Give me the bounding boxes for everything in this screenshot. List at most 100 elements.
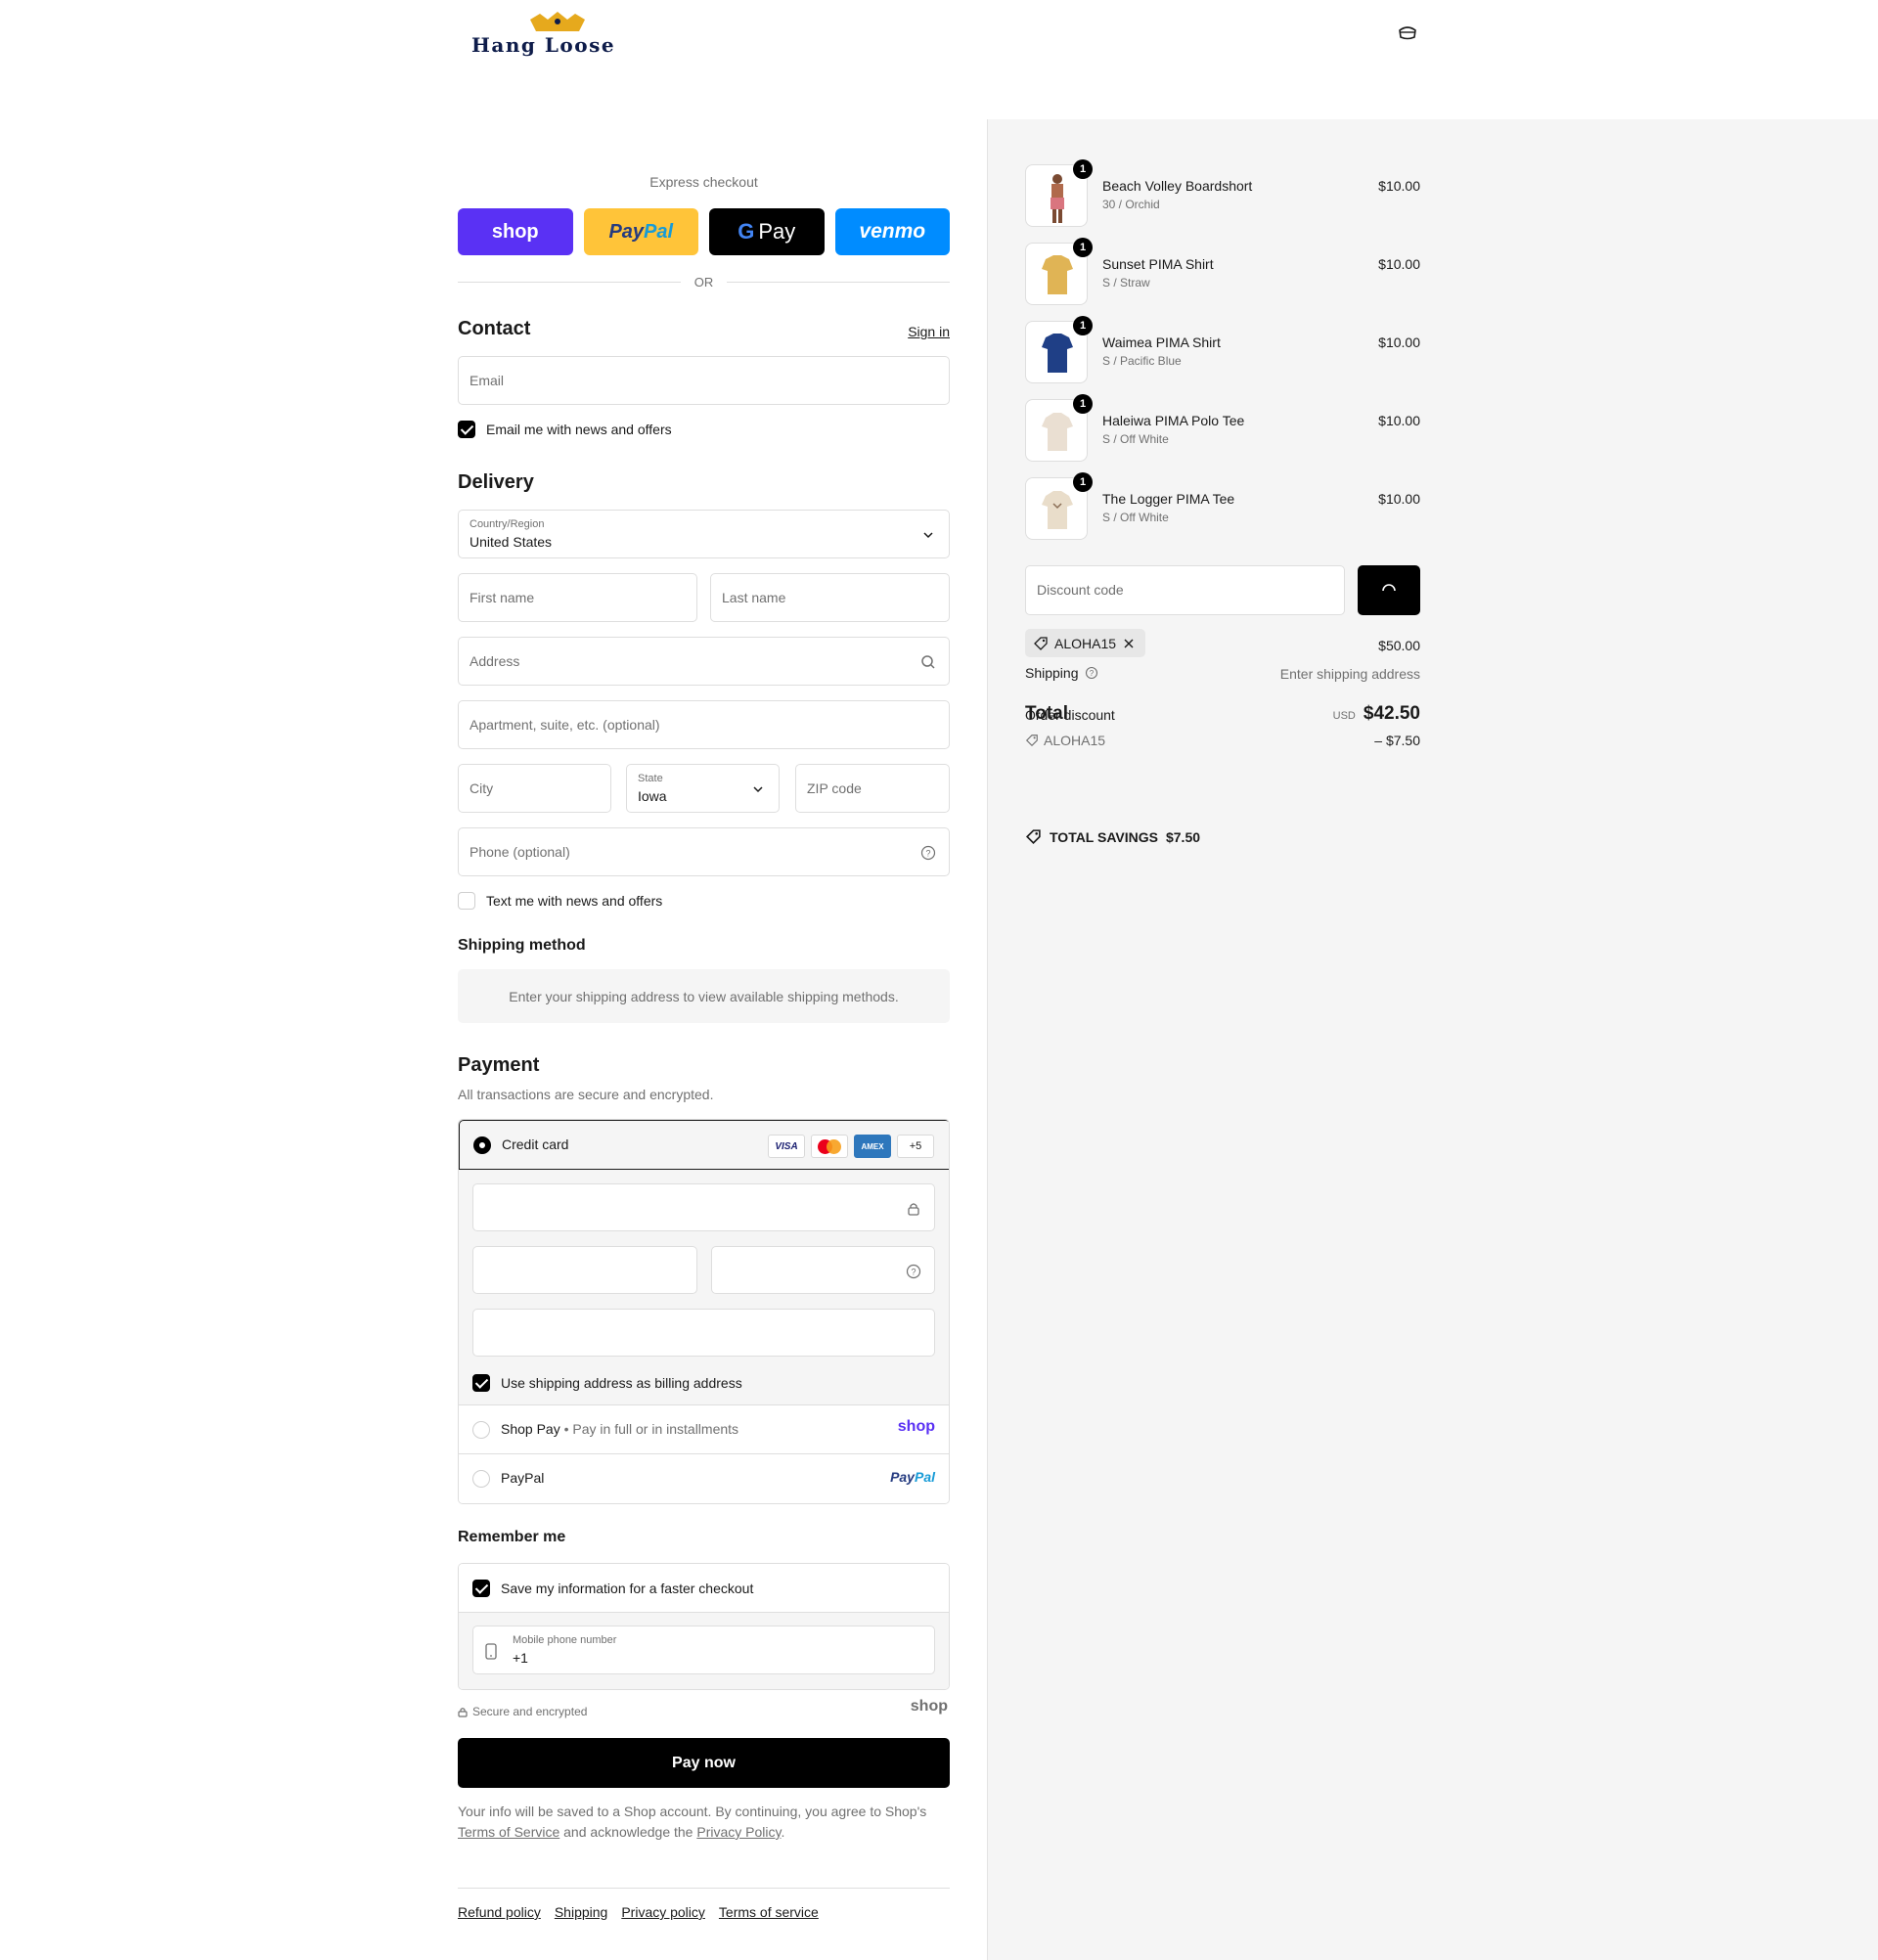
shipping-method-title: Shipping method bbox=[458, 937, 586, 954]
tag-icon bbox=[1034, 636, 1048, 650]
remember-me-box: Save my information for a faster checkou… bbox=[458, 1563, 950, 1690]
last-name-field[interactable]: Last name bbox=[710, 573, 950, 622]
payment-methods: Credit card VISA AMEX +5 ? Use shipping … bbox=[458, 1119, 950, 1504]
paypal-logo: PayPal bbox=[890, 1469, 935, 1485]
first-name-field[interactable]: First name bbox=[458, 573, 697, 622]
country-select[interactable]: Country/Region United States bbox=[458, 510, 950, 558]
help-icon[interactable]: ? bbox=[906, 1264, 921, 1279]
item-variant: S / Off White bbox=[1102, 432, 1169, 446]
or-divider: OR bbox=[458, 273, 950, 290]
zip-field[interactable]: ZIP code bbox=[795, 764, 950, 813]
brand-logo[interactable]: Hang Loose bbox=[468, 10, 649, 57]
security-code-field[interactable]: ? bbox=[711, 1246, 935, 1294]
credit-card-option[interactable]: Credit card VISA AMEX +5 bbox=[459, 1120, 949, 1170]
venmo-button[interactable]: venmo bbox=[834, 208, 950, 255]
state-select[interactable]: State Iowa bbox=[626, 764, 780, 813]
cart-item: 1 Beach Volley Boardshort 30 / Orchid $1… bbox=[1025, 159, 1420, 227]
city-field[interactable]: City bbox=[458, 764, 611, 813]
shop-pay-button[interactable]: shop bbox=[458, 208, 573, 255]
footer-divider bbox=[458, 1888, 950, 1889]
item-name: Beach Volley Boardshort bbox=[1102, 178, 1253, 194]
remember-phone-section: Mobile phone number +1 bbox=[459, 1613, 949, 1689]
apply-discount-button[interactable] bbox=[1358, 565, 1420, 615]
tag-icon bbox=[1025, 735, 1038, 747]
credit-card-form: ? Use shipping address as billing addres… bbox=[459, 1170, 949, 1405]
email-news-label: Email me with news and offers bbox=[486, 422, 672, 437]
footer-link-refund-policy[interactable]: Refund policy bbox=[458, 1904, 541, 1920]
help-icon[interactable]: ? bbox=[920, 845, 936, 861]
item-price: $10.00 bbox=[1378, 413, 1420, 428]
svg-text:?: ? bbox=[1089, 669, 1094, 678]
total-savings-label: TOTAL SAVINGS bbox=[1050, 828, 1158, 845]
paypal-button[interactable]: Pay Pal bbox=[583, 208, 698, 255]
paypal-logo-pal: Pal bbox=[914, 1469, 935, 1485]
credit-card-label: Credit card bbox=[502, 1136, 569, 1152]
footer-link-privacy-policy[interactable]: Privacy policy bbox=[621, 1904, 705, 1920]
mobile-phone-field[interactable]: Mobile phone number +1 bbox=[472, 1626, 935, 1674]
sign-in-link[interactable]: Sign in bbox=[908, 324, 950, 339]
item-variant: S / Off White bbox=[1102, 511, 1169, 524]
pay-now-button[interactable]: Pay now bbox=[458, 1738, 950, 1788]
paypal-radio[interactable] bbox=[472, 1470, 490, 1488]
name-on-card-field[interactable] bbox=[472, 1309, 935, 1357]
brand-name: Hang Loose bbox=[471, 33, 616, 57]
city-placeholder: City bbox=[470, 780, 494, 796]
save-info-checkbox[interactable] bbox=[472, 1580, 490, 1597]
paypal-logo-pay: Pay bbox=[890, 1469, 915, 1485]
shop-pay-radio[interactable] bbox=[472, 1421, 490, 1439]
privacy-policy-link[interactable]: Privacy Policy bbox=[696, 1824, 781, 1840]
billing-address-checkbox[interactable] bbox=[472, 1374, 490, 1392]
shop-pay-option[interactable]: Shop Pay • Pay in full or in installment… bbox=[459, 1405, 949, 1454]
tag-icon bbox=[1025, 829, 1041, 845]
footer-link-shipping[interactable]: Shipping bbox=[555, 1904, 608, 1920]
apartment-field[interactable]: Apartment, suite, etc. (optional) bbox=[458, 700, 950, 749]
email-placeholder: Email bbox=[470, 373, 505, 388]
more-cards-badge: +5 bbox=[897, 1135, 934, 1158]
zip-placeholder: ZIP code bbox=[807, 780, 862, 796]
total-value: $42.50 bbox=[1363, 703, 1420, 724]
total-amount: USD $42.50 bbox=[1333, 703, 1420, 725]
shipping-method-notice: Enter your shipping address to view avai… bbox=[458, 969, 950, 1023]
cart-item: 1 Haleiwa PIMA Polo Tee S / Off White $1… bbox=[1025, 394, 1420, 462]
first-name-placeholder: First name bbox=[470, 590, 535, 605]
chevron-down-icon bbox=[923, 532, 933, 539]
help-icon[interactable]: ? bbox=[1085, 666, 1098, 680]
shop-pay-option-label: Shop Pay • Pay in full or in installment… bbox=[501, 1421, 738, 1437]
shopping-bag-icon[interactable] bbox=[1397, 23, 1418, 41]
expiration-date-field[interactable] bbox=[472, 1246, 697, 1294]
or-label: OR bbox=[693, 274, 714, 290]
shipping-value: Enter shipping address bbox=[1279, 666, 1420, 682]
svg-text:?: ? bbox=[925, 849, 930, 859]
search-icon bbox=[921, 655, 935, 669]
legal-notice: Your info will be saved to a Shop accoun… bbox=[458, 1802, 950, 1843]
footer-link-terms-of-service[interactable]: Terms of service bbox=[719, 1904, 819, 1920]
email-field[interactable]: Email bbox=[458, 356, 950, 405]
paypal-logo-pay: Pay bbox=[608, 220, 645, 243]
shop-pay-label: Shop Pay bbox=[501, 1421, 560, 1437]
phone-field[interactable]: Phone (optional) ? bbox=[458, 827, 950, 876]
credit-card-radio[interactable] bbox=[473, 1136, 491, 1154]
google-pay-button[interactable]: G Pay bbox=[709, 208, 825, 255]
remove-icon[interactable] bbox=[1122, 637, 1136, 650]
quantity-badge: 1 bbox=[1073, 394, 1093, 414]
item-price: $10.00 bbox=[1378, 256, 1420, 272]
paypal-option[interactable]: PayPal PayPal bbox=[459, 1454, 949, 1503]
discount-code-field[interactable]: Discount code bbox=[1025, 565, 1345, 615]
apartment-placeholder: Apartment, suite, etc. (optional) bbox=[470, 717, 660, 733]
address-field[interactable]: Address bbox=[458, 637, 950, 686]
save-info-row[interactable]: Save my information for a faster checkou… bbox=[459, 1564, 949, 1613]
quantity-badge: 1 bbox=[1073, 238, 1093, 257]
phone-placeholder: Phone (optional) bbox=[470, 844, 570, 860]
svg-text:?: ? bbox=[911, 1268, 916, 1277]
terms-of-service-link[interactable]: Terms of Service bbox=[458, 1824, 559, 1840]
item-price: $10.00 bbox=[1378, 491, 1420, 507]
mobile-phone-label: Mobile phone number bbox=[513, 1634, 617, 1646]
card-number-field[interactable] bbox=[472, 1183, 935, 1231]
email-news-checkbox[interactable] bbox=[458, 421, 475, 438]
legal-text-end: . bbox=[781, 1824, 785, 1840]
text-news-checkbox[interactable] bbox=[458, 892, 475, 910]
divider-line bbox=[458, 281, 681, 283]
shipping-method-message: Enter your shipping address to view avai… bbox=[509, 988, 899, 1004]
remember-me-title: Remember me bbox=[458, 1529, 566, 1545]
item-variant: S / Pacific Blue bbox=[1102, 354, 1182, 368]
